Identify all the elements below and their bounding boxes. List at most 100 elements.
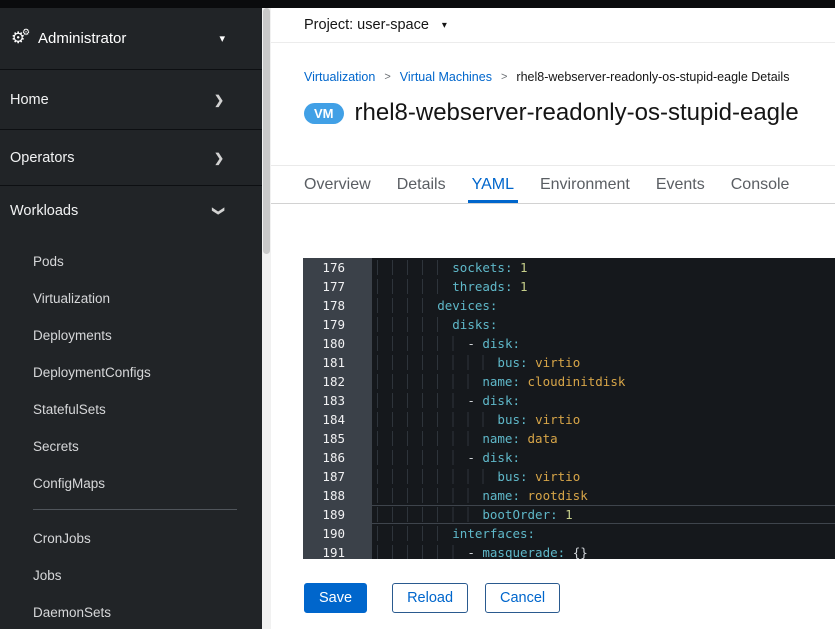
sidebar-item-label: Workloads <box>10 203 78 219</box>
editor-line: 178 devices: <box>303 296 835 315</box>
line-content: - disk: <box>372 448 835 467</box>
chevron-down-icon: ❯ <box>212 206 226 216</box>
editor-line: 187 bus: virtio <box>303 467 835 486</box>
breadcrumb-link[interactable]: Virtualization <box>304 70 375 84</box>
perspective-switcher[interactable]: ⚙⚙ Administrator ▾ <box>0 8 262 70</box>
breadcrumb-separator-icon: > <box>384 71 390 83</box>
line-content: devices: <box>372 296 835 315</box>
line-number: 183 <box>303 391 372 410</box>
editor-line: 183 - disk: <box>303 391 835 410</box>
line-content: bootOrder: 1 <box>372 505 835 524</box>
sidebar-item-statefulsets[interactable]: StatefulSets <box>0 391 262 428</box>
editor-line: 182 name: cloudinitdisk <box>303 372 835 391</box>
line-content: name: cloudinitdisk <box>372 372 835 391</box>
sidebar-item-label: Home <box>10 92 49 108</box>
editor-line: 181 bus: virtio <box>303 353 835 372</box>
editor-line: 177 threads: 1 <box>303 277 835 296</box>
page-title-row: VM rhel8-webserver-readonly-os-stupid-ea… <box>304 99 799 127</box>
line-content: bus: virtio <box>372 467 835 486</box>
line-number: 179 <box>303 315 372 334</box>
line-content: bus: virtio <box>372 353 835 372</box>
sidebar-item-cronjobs[interactable]: CronJobs <box>0 520 262 557</box>
sidebar-item-home[interactable]: Home ❯ <box>0 70 262 130</box>
breadcrumb-link[interactable]: Virtual Machines <box>400 70 492 84</box>
tab-overview[interactable]: Overview <box>291 166 384 203</box>
tab-yaml[interactable]: YAML <box>459 166 527 203</box>
editor-line: 189 bootOrder: 1 <box>303 505 835 524</box>
line-content: threads: 1 <box>372 277 835 296</box>
breadcrumb: Virtualization > Virtual Machines > rhel8-we… <box>304 70 789 84</box>
line-number: 182 <box>303 372 372 391</box>
sidebar-nav: Home❯Operators❯Workloads❯ <box>0 70 262 236</box>
line-number: 189 <box>303 505 372 524</box>
line-number: 186 <box>303 448 372 467</box>
line-number: 176 <box>303 258 372 277</box>
vm-badge: VM <box>304 103 344 124</box>
sidebar-item-secrets[interactable]: Secrets <box>0 428 262 465</box>
breadcrumb-separator-icon: > <box>501 71 507 83</box>
line-content: name: rootdisk <box>372 486 835 505</box>
editor-line: 184 bus: virtio <box>303 410 835 429</box>
main-content: Project: user-space ▾ Virtualization>Vir… <box>271 8 835 629</box>
cogs-icon: ⚙⚙ <box>11 31 38 47</box>
chevron-right-icon: ❯ <box>214 93 224 107</box>
sidebar-item-jobs[interactable]: Jobs <box>0 557 262 594</box>
perspective-label: Administrator <box>38 30 126 47</box>
editor-line: 176 sockets: 1 <box>303 258 835 277</box>
editor-line: 179 disks: <box>303 315 835 334</box>
line-content: disks: <box>372 315 835 334</box>
line-number: 185 <box>303 429 372 448</box>
breadcrumb-current: rhel8-webserver-readonly-os-stupid-eagle… <box>516 70 789 84</box>
line-number: 184 <box>303 410 372 429</box>
save-button[interactable]: Save <box>304 583 367 613</box>
project-selector-label: Project: user-space <box>304 17 429 33</box>
line-number: 181 <box>303 353 372 372</box>
sidebar-item-pods[interactable]: Pods <box>0 243 262 280</box>
sidebar-item-workloads[interactable]: Workloads ❯ <box>0 186 262 236</box>
line-content: - disk: <box>372 391 835 410</box>
sidebar-item-virtualization[interactable]: Virtualization <box>0 280 262 317</box>
editor-line: 186 - disk: <box>303 448 835 467</box>
editor-line: 190 interfaces: <box>303 524 835 543</box>
editor-line: 180 - disk: <box>303 334 835 353</box>
tab-console[interactable]: Console <box>718 166 803 203</box>
yaml-editor[interactable]: 176 sockets: 1177 threads: 1178 devices:… <box>303 258 835 559</box>
line-number: 187 <box>303 467 372 486</box>
project-selector[interactable]: Project: user-space ▾ <box>271 8 835 43</box>
sidebar-item-configmaps[interactable]: ConfigMaps <box>0 465 262 502</box>
cancel-button[interactable]: Cancel <box>485 583 560 613</box>
page-scrollbar[interactable] <box>262 8 271 629</box>
line-number: 180 <box>303 334 372 353</box>
chevron-right-icon: ❯ <box>214 151 224 165</box>
action-buttons: Save Reload Cancel <box>304 583 577 613</box>
sidebar-item-deploymentconfigs[interactable]: DeploymentConfigs <box>0 354 262 391</box>
line-number: 177 <box>303 277 372 296</box>
line-content: - disk: <box>372 334 835 353</box>
editor-line: 185 name: data <box>303 429 835 448</box>
tab-bar: OverviewDetailsYAMLEnvironmentEventsCons… <box>271 165 835 204</box>
line-content: interfaces: <box>372 524 835 543</box>
line-content: name: data <box>372 429 835 448</box>
sidebar: ⚙⚙ Administrator ▾ Home❯Operators❯Worklo… <box>0 8 262 629</box>
caret-down-icon: ▾ <box>219 32 225 45</box>
sidebar-item-daemonsets[interactable]: DaemonSets <box>0 594 262 629</box>
sidebar-divider <box>33 509 237 510</box>
line-number: 178 <box>303 296 372 315</box>
workloads-subnav: PodsVirtualizationDeploymentsDeploymentC… <box>0 236 262 629</box>
sidebar-item-deployments[interactable]: Deployments <box>0 317 262 354</box>
tab-events[interactable]: Events <box>643 166 718 203</box>
editor-line: 188 name: rootdisk <box>303 486 835 505</box>
line-content: sockets: 1 <box>372 258 835 277</box>
reload-button[interactable]: Reload <box>392 583 468 613</box>
tab-environment[interactable]: Environment <box>527 166 643 203</box>
masthead-bar <box>0 0 835 8</box>
page-title: rhel8-webserver-readonly-os-stupid-eagle <box>355 99 799 127</box>
caret-down-icon: ▾ <box>442 20 447 31</box>
editor-line: 191 - masquerade: {} <box>303 543 835 559</box>
line-content: bus: virtio <box>372 410 835 429</box>
line-number: 190 <box>303 524 372 543</box>
line-number: 188 <box>303 486 372 505</box>
sidebar-item-operators[interactable]: Operators❯ <box>0 130 262 186</box>
tab-details[interactable]: Details <box>384 166 459 203</box>
page-scrollbar-thumb[interactable] <box>263 8 270 254</box>
